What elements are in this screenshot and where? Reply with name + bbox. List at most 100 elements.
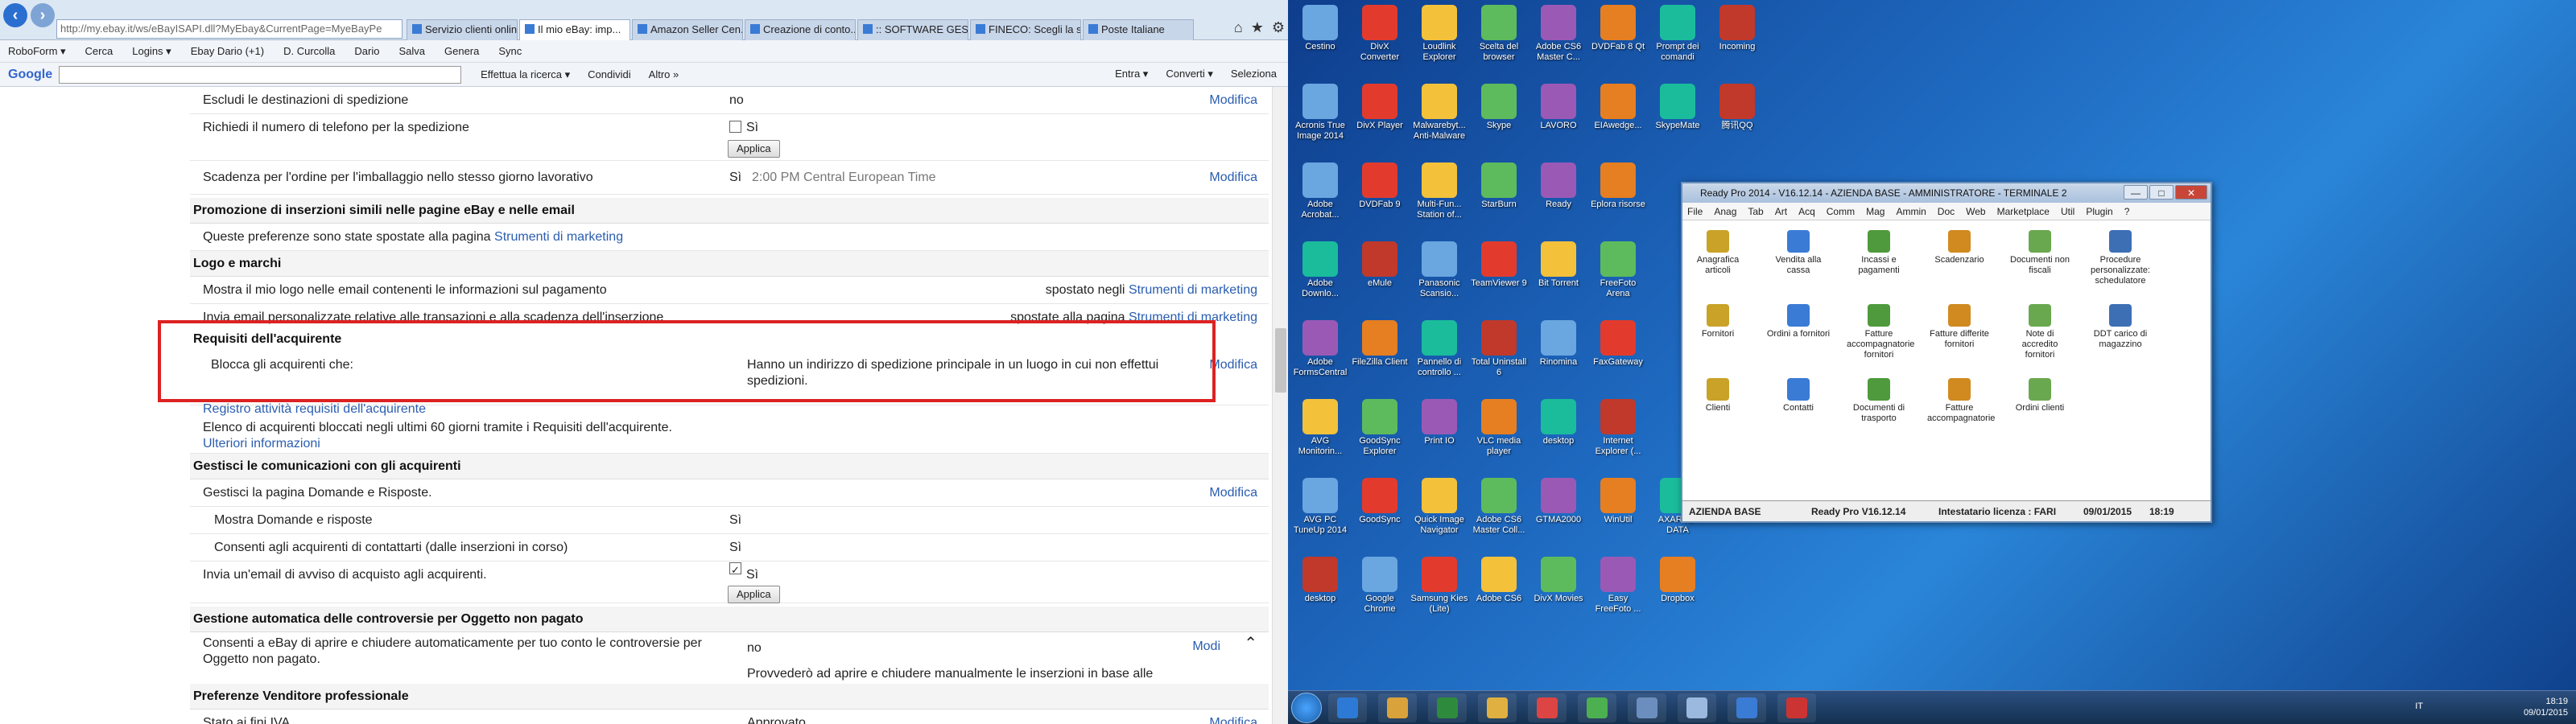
signin-button[interactable]: Entra ▾	[1115, 68, 1148, 80]
desktop-icon[interactable]: DVDFab 8 Qt	[1589, 5, 1647, 52]
marketing-link[interactable]: Strumenti di marketing	[1129, 283, 1257, 297]
taskbar-button[interactable]	[1428, 693, 1467, 722]
desktop-icon[interactable]: DivX Player	[1351, 84, 1409, 131]
desktop-icon[interactable]: Bit Torrent	[1530, 241, 1587, 289]
menu-item[interactable]: Web	[1966, 203, 1985, 220]
readypro-item[interactable]: Scadenzario	[1927, 230, 1992, 265]
menu-item[interactable]: Comm	[1827, 203, 1855, 220]
desktop-icon[interactable]: Dropbox	[1649, 557, 1707, 604]
menu-item[interactable]: Ammin	[1896, 203, 1926, 220]
desktop-icon[interactable]: 腾讯QQ	[1708, 84, 1766, 131]
edit-link[interactable]: Modifica	[1209, 479, 1257, 507]
marketing-link[interactable]: Strumenti di marketing	[494, 230, 623, 244]
edit-link[interactable]: Modifica	[1209, 161, 1257, 195]
desktop-icon[interactable]: DivX Movies	[1530, 557, 1587, 604]
desktop-icon[interactable]: FaxGateway	[1589, 320, 1647, 368]
readypro-item[interactable]: Contatti	[1766, 378, 1831, 413]
desktop-icon[interactable]: GoodSync Explorer	[1351, 399, 1409, 457]
toolbar-item[interactable]: D. Curcolla	[283, 45, 335, 57]
readypro-item[interactable]: Fatture accompagnatorie	[1927, 378, 1995, 424]
desktop-icon[interactable]: FileZilla Client	[1351, 320, 1409, 368]
readypro-item[interactable]: Ordini a fornitori	[1766, 304, 1831, 339]
close-button[interactable]: ✕	[2175, 185, 2207, 200]
readypro-item[interactable]: Incassi e pagamenti	[1847, 230, 1911, 276]
readypro-item[interactable]: Fornitori	[1686, 304, 1750, 339]
desktop-icon[interactable]: Adobe CS6 Master C...	[1530, 5, 1587, 63]
browser-tab[interactable]: Amazon Seller Cen...	[632, 19, 743, 40]
search-button[interactable]: Effettua la ricerca ▾	[481, 68, 570, 81]
desktop-icon[interactable]: Adobe Acrobat...	[1291, 162, 1349, 220]
edit-link[interactable]: Modifica	[1209, 87, 1257, 114]
toolbar-item[interactable]: Ebay Dario (+1)	[191, 45, 264, 57]
phone-checkbox[interactable]	[729, 121, 741, 133]
buyer-requirements-log-link[interactable]: Registro attività requisiti dell'acquire…	[203, 401, 426, 418]
desktop-icon[interactable]: desktop	[1291, 557, 1349, 604]
desktop-icon[interactable]: Samsung Kies (Lite)	[1410, 557, 1468, 615]
menu-item[interactable]: Acq	[1798, 203, 1815, 220]
more-button[interactable]: Altro »	[649, 68, 679, 80]
menu-item[interactable]: Art	[1775, 203, 1787, 220]
desktop-icon[interactable]: Easy FreeFoto ...	[1589, 557, 1647, 615]
desktop-icon[interactable]: Google Chrome	[1351, 557, 1409, 615]
menu-item[interactable]: Plugin	[2086, 203, 2112, 220]
menu-item[interactable]: Util	[2061, 203, 2074, 220]
browser-tab[interactable]: Servizio clienti online	[407, 19, 518, 40]
scroll-top-icon[interactable]: ⌃	[1244, 636, 1257, 652]
notify-checkbox[interactable]	[729, 562, 741, 574]
taskbar-button[interactable]	[1378, 693, 1417, 722]
readypro-item[interactable]: DDT carico di magazzino	[2088, 304, 2153, 350]
readypro-item[interactable]: Anagrafica articoli	[1686, 230, 1750, 276]
desktop-icon[interactable]: Adobe CS6 Master Coll...	[1470, 478, 1528, 536]
readypro-item[interactable]: Procedure personalizzate: schedulatore	[2088, 230, 2153, 286]
edit-link[interactable]: Modifica	[1209, 357, 1257, 373]
desktop-icon[interactable]: Total Uninstall 6	[1470, 320, 1528, 378]
browser-tab[interactable]: Il mio eBay: imp...	[519, 19, 630, 40]
google-search-input[interactable]	[59, 65, 462, 84]
desktop-icon[interactable]: Ready	[1530, 162, 1587, 210]
browser-tab[interactable]: Poste Italiane	[1083, 19, 1194, 40]
taskbar-button[interactable]	[1528, 693, 1567, 722]
toolbar-item[interactable]: Salva	[398, 45, 425, 57]
desktop-icon[interactable]: Malwarebyt... Anti-Malware	[1410, 84, 1468, 142]
language-indicator[interactable]: IT	[2415, 701, 2423, 712]
desktop-icon[interactable]: Pannello di controllo ...	[1410, 320, 1468, 378]
desktop-icon[interactable]: StarBurn	[1470, 162, 1528, 210]
readypro-item[interactable]: Vendita alla cassa	[1766, 230, 1831, 276]
taskbar-button[interactable]	[1628, 693, 1666, 722]
desktop-icon[interactable]: Scelta del browser	[1470, 5, 1528, 63]
desktop-icon[interactable]: Multi-Fun... Station of...	[1410, 162, 1468, 220]
readypro-item[interactable]: Clienti	[1686, 378, 1750, 413]
menu-item[interactable]: Anag	[1714, 203, 1736, 220]
taskbar-button[interactable]	[1728, 693, 1766, 722]
home-icon[interactable]: ⌂	[1234, 19, 1243, 36]
apply-button[interactable]: Applica	[728, 586, 780, 603]
desktop-icon[interactable]: DivX Converter	[1351, 5, 1409, 63]
taskbar-button[interactable]	[1777, 693, 1816, 722]
forward-icon[interactable]: ›	[31, 3, 55, 27]
toolbar-item[interactable]: Genera	[444, 45, 479, 57]
readypro-item[interactable]: Documenti di trasporto	[1847, 378, 1911, 424]
toolbar-item[interactable]: RoboForm ▾	[8, 45, 66, 58]
desktop-icon[interactable]: Rinomina	[1530, 320, 1587, 368]
star-icon[interactable]: ★	[1251, 19, 1264, 36]
minimize-button[interactable]: —	[2124, 185, 2148, 200]
toolbar-item[interactable]: Cerca	[85, 45, 114, 57]
browser-tab[interactable]: FINECO: Scegli la s...	[970, 19, 1081, 40]
menu-item[interactable]: File	[1687, 203, 1703, 220]
edit-link[interactable]: Modi	[1192, 639, 1220, 655]
desktop-icon[interactable]: Print IO	[1410, 399, 1468, 446]
readypro-item[interactable]: Fatture accompagnatorie fornitori	[1847, 304, 1914, 360]
toolbar-item[interactable]: Logins ▾	[132, 45, 171, 58]
desktop-icon[interactable]: Incoming	[1708, 5, 1766, 52]
more-info-link[interactable]: Ulteriori informazioni	[203, 436, 320, 452]
desktop-icon[interactable]: Adobe Downlo...	[1291, 241, 1349, 299]
readypro-item[interactable]: Documenti non fiscali	[2008, 230, 2072, 276]
toolbar-item[interactable]: Dario	[354, 45, 379, 57]
desktop-icon[interactable]: VLC media player	[1470, 399, 1528, 457]
desktop-icon[interactable]: Adobe CS6	[1470, 557, 1528, 604]
desktop-icon[interactable]: eMule	[1351, 241, 1409, 289]
menu-item[interactable]: ?	[2124, 203, 2130, 220]
desktop-icon[interactable]: AVG Monitorin...	[1291, 399, 1349, 457]
desktop-icon[interactable]: GTMA2000	[1530, 478, 1587, 525]
desktop-icon[interactable]: SkypeMate	[1649, 84, 1707, 131]
